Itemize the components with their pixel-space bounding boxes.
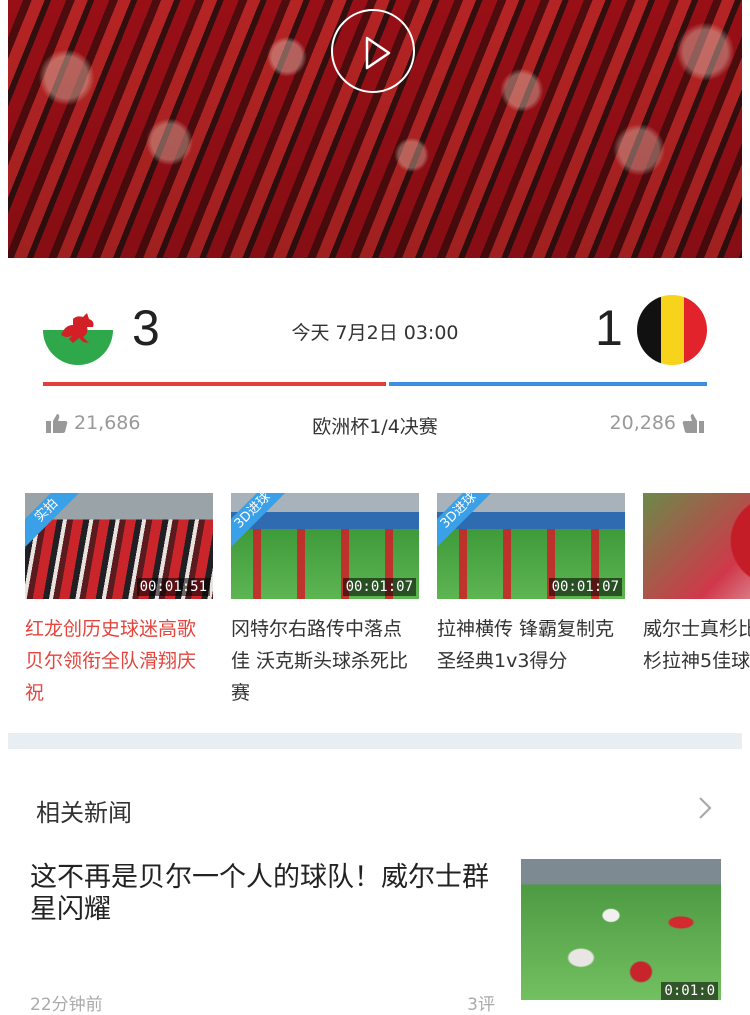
video-title[interactable]: 红龙创历史球迷高歌 贝尔领衔全队滑翔庆祝 bbox=[25, 613, 213, 709]
video-thumbnail[interactable]: 3D进球 00:01:07 bbox=[437, 493, 625, 599]
video-title[interactable]: 冈特尔右路传中落点佳 沃克斯头球杀死比赛 bbox=[231, 613, 419, 709]
match-stage: 欧洲杯1/4决赛 bbox=[312, 416, 438, 438]
video-thumbnail[interactable]: 3D进球 00:01:07 bbox=[231, 493, 419, 599]
video-thumbnail[interactable] bbox=[643, 493, 750, 599]
thumbs-up-icon bbox=[46, 414, 68, 433]
away-like-count: 20,286 bbox=[609, 412, 676, 434]
play-button[interactable] bbox=[331, 9, 415, 93]
home-like-button[interactable]: 21,686 bbox=[46, 412, 140, 434]
video-tag: 实拍 bbox=[25, 493, 83, 547]
video-card[interactable]: 实拍 00:01:51 红龙创历史球迷高歌 贝尔领衔全队滑翔庆祝 bbox=[25, 493, 213, 709]
news-time: 22分钟前 bbox=[30, 995, 103, 1015]
thumbs-up-icon bbox=[682, 414, 704, 433]
chevron-right-icon[interactable] bbox=[698, 796, 712, 820]
play-icon bbox=[365, 36, 391, 70]
away-support-bar bbox=[389, 382, 707, 386]
video-thumbnail[interactable]: 实拍 00:01:51 bbox=[25, 493, 213, 599]
away-like-button[interactable]: 20,286 bbox=[610, 412, 704, 434]
away-score: 1 bbox=[595, 300, 623, 356]
wales-flag-icon[interactable] bbox=[43, 295, 113, 365]
belgium-flag-icon[interactable] bbox=[637, 295, 707, 365]
video-card[interactable]: 威尔士真杉比赛 回顾杉拉神5佳球 bbox=[643, 493, 750, 677]
home-score: 3 bbox=[132, 300, 160, 356]
video-duration: 0:01:0 bbox=[661, 982, 718, 1000]
video-tag: 3D进球 bbox=[437, 493, 495, 547]
video-duration: 00:01:07 bbox=[342, 578, 416, 596]
video-card[interactable]: 3D进球 00:01:07 拉神横传 锋霸复制克圣经典1v3得分 bbox=[437, 493, 625, 677]
video-duration: 00:01:07 bbox=[548, 578, 622, 596]
match-time: 今天 7月2日 03:00 bbox=[291, 322, 459, 344]
section-divider bbox=[8, 733, 742, 749]
video-title[interactable]: 拉神横传 锋霸复制克圣经典1v3得分 bbox=[437, 613, 625, 677]
video-duration: 00:01:51 bbox=[136, 578, 210, 596]
video-tag: 3D进球 bbox=[231, 493, 289, 547]
video-title[interactable]: 威尔士真杉比赛 回顾杉拉神5佳球 bbox=[643, 613, 750, 677]
news-meta: 22分钟前 3评 bbox=[30, 990, 495, 1015]
related-news-title: 相关新闻 bbox=[36, 799, 132, 827]
home-support-bar bbox=[43, 382, 386, 386]
video-card[interactable]: 3D进球 00:01:07 冈特尔右路传中落点佳 沃克斯头球杀死比赛 bbox=[231, 493, 419, 709]
home-like-count: 21,686 bbox=[74, 412, 141, 434]
news-comments: 3评 bbox=[467, 995, 495, 1015]
news-headline[interactable]: 这不再是贝尔一个人的球队！威尔士群星闪耀 bbox=[30, 862, 490, 926]
news-thumbnail[interactable]: 0:01:0 bbox=[521, 859, 721, 1000]
